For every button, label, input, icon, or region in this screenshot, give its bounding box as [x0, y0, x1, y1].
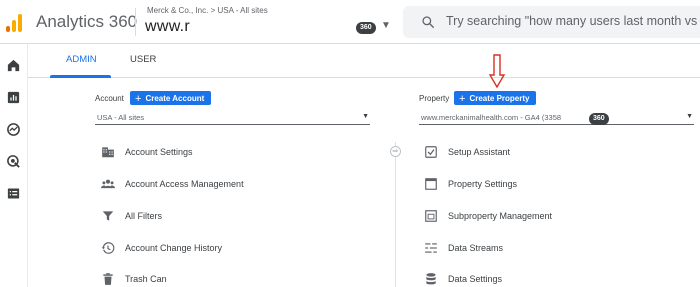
checkbox-icon — [425, 146, 437, 158]
annotation-down-arrow-icon — [489, 54, 505, 88]
home-icon[interactable] — [6, 58, 21, 73]
data-settings-label: Data Settings — [448, 274, 503, 284]
top-app-bar: Analytics 360 Merck & Co., Inc. > USA - … — [0, 0, 700, 44]
account-label: Account — [95, 94, 124, 103]
property-picker-caret-icon[interactable]: ▼ — [381, 20, 391, 31]
filter-icon — [102, 211, 114, 221]
create-property-button[interactable]: + Create Property — [454, 91, 537, 105]
chevron-down-icon: ▼ — [362, 113, 369, 120]
create-account-button[interactable]: + Create Account — [130, 91, 212, 105]
left-nav-rail — [0, 44, 28, 287]
subproperty-management-label: Subproperty Management — [448, 211, 553, 221]
column-separator — [395, 142, 396, 287]
plus-icon: + — [135, 92, 142, 105]
data-streams-icon — [425, 243, 437, 253]
arrow-right-icon: ⇨ — [390, 146, 401, 157]
search-placeholder: Try searching "how many users last month… — [446, 14, 700, 28]
history-icon — [101, 242, 115, 254]
property-label: Property — [419, 94, 450, 103]
account-settings-label: Account Settings — [125, 147, 193, 157]
tab-admin[interactable]: ADMIN — [66, 54, 97, 65]
plus-icon: + — [459, 92, 466, 105]
active-tab-indicator — [50, 75, 111, 78]
property-selector-value: www.merckanimalhealth.com - GA4 (3358 — [421, 113, 562, 122]
database-icon — [426, 273, 436, 285]
account-selector[interactable]: USA - All sites ▼ — [95, 111, 370, 125]
create-property-label: Create Property — [469, 94, 530, 103]
redaction-overlay — [205, 14, 350, 40]
people-icon — [101, 179, 115, 189]
create-account-label: Create Account — [145, 94, 205, 103]
account-access-management-label: Account Access Management — [125, 179, 244, 189]
trash-icon — [103, 273, 113, 285]
admin-user-tabs: ADMIN USER — [28, 44, 700, 78]
setup-assistant-label: Setup Assistant — [448, 147, 511, 157]
tab-user[interactable]: USER — [130, 54, 156, 65]
analytics-logo[interactable] — [6, 12, 24, 32]
all-filters-label: All Filters — [125, 211, 163, 221]
app-title: Analytics 360 — [36, 12, 138, 31]
reports-icon[interactable] — [6, 90, 21, 105]
trash-can-label: Trash Can — [125, 274, 167, 284]
header-divider — [135, 8, 136, 36]
search-bar[interactable]: Try searching "how many users last month… — [403, 6, 700, 38]
analytics-360-badge: 360 — [356, 22, 376, 34]
configure-list-icon[interactable] — [6, 186, 21, 201]
explore-icon[interactable] — [6, 122, 21, 137]
building-icon — [102, 147, 114, 158]
advertising-icon[interactable] — [6, 154, 21, 169]
search-icon — [422, 16, 434, 28]
property-selector[interactable]: www.merckanimalhealth.com - GA4 (3358 36… — [419, 111, 694, 125]
data-streams-label: Data Streams — [448, 243, 504, 253]
property-360-badge: 360 — [589, 113, 609, 125]
subproperty-icon — [425, 210, 437, 222]
chevron-down-icon: ▼ — [686, 113, 693, 120]
account-change-history-label: Account Change History — [125, 243, 223, 253]
settings-window-icon — [425, 178, 437, 190]
property-name[interactable]: www.r — [145, 18, 190, 36]
account-selector-value: USA - All sites — [97, 113, 145, 122]
property-settings-label: Property Settings — [448, 179, 518, 189]
